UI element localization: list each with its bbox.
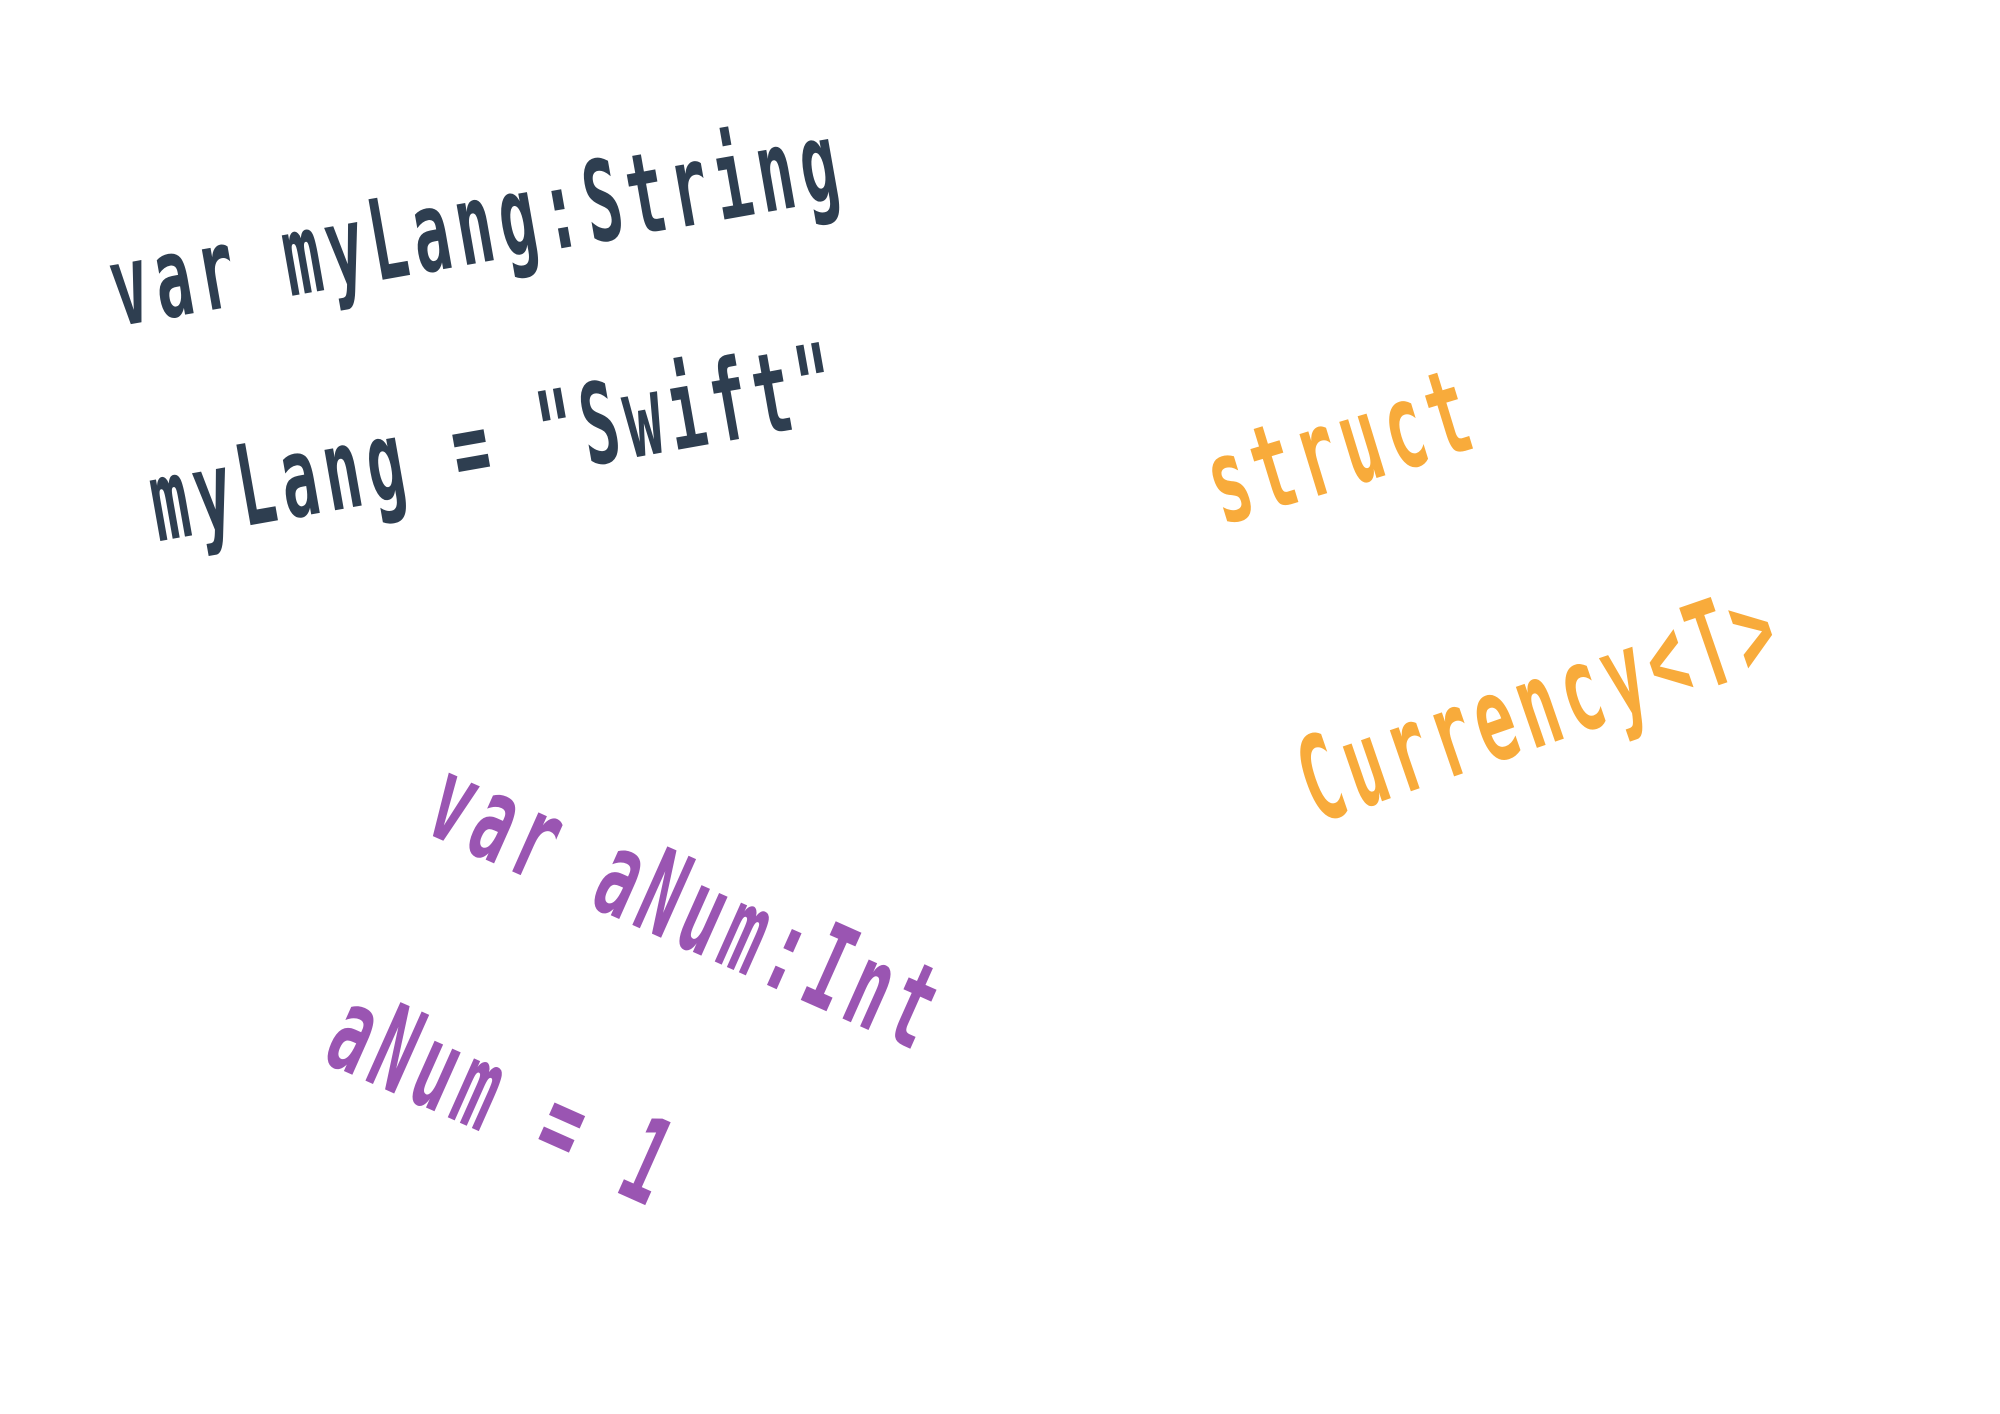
code-line-var-mylang: var myLang:String: [100, 96, 854, 354]
code-snippet-int-declaration: var aNum:Int aNum = 1: [0, 0, 966, 1235]
code-line-mylang-assignment: myLang = "Swift": [140, 318, 851, 569]
code-line-struct-keyword: struct: [1190, 339, 1493, 552]
code-line-anum-assignment: aNum = 1: [308, 960, 699, 1235]
code-line-currency-generic: Currency<T>: [1280, 556, 1800, 851]
